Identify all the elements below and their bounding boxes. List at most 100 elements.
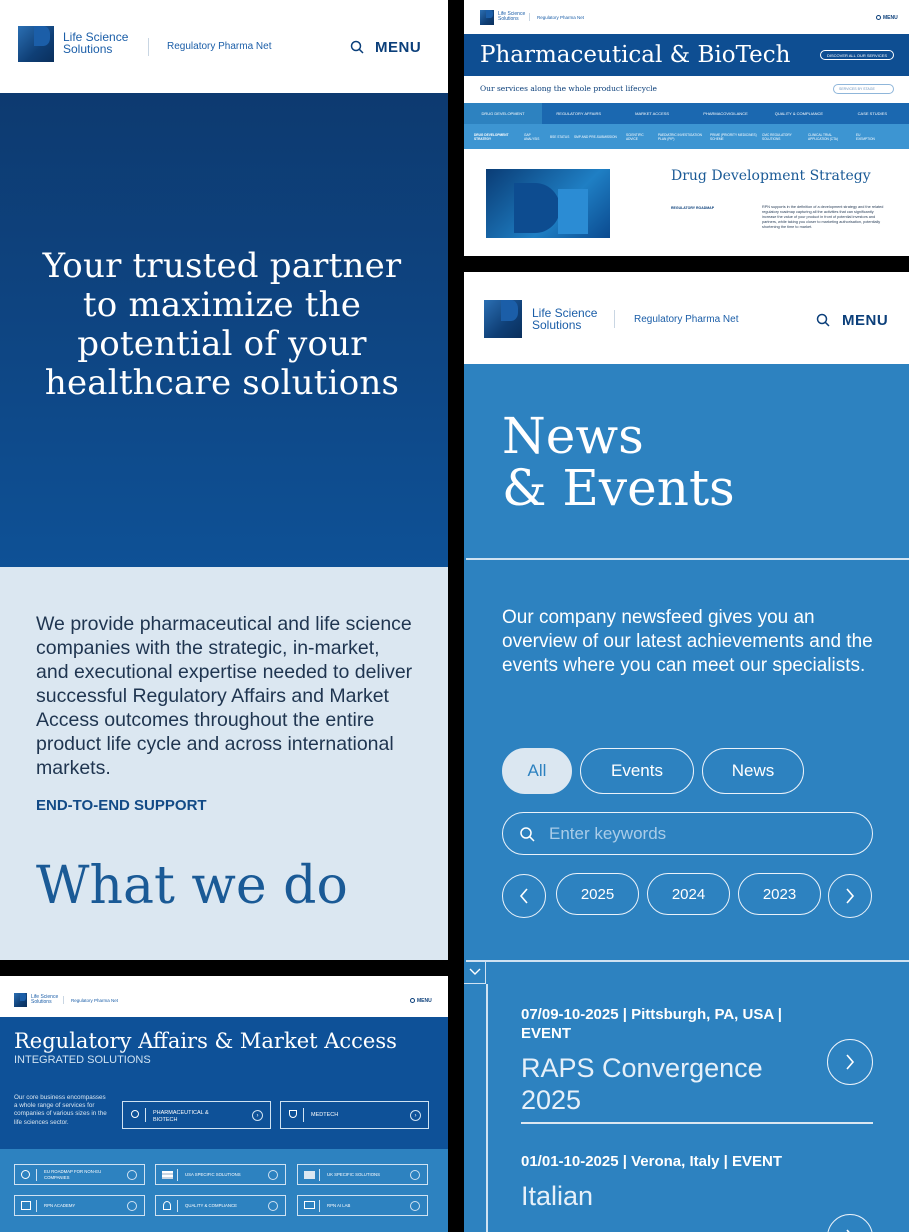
subtab-item[interactable]: DRUG DEVELOPMENT STRATEGY <box>474 133 520 141</box>
news-title: News & Events <box>502 407 735 517</box>
stethoscope-icon <box>289 1110 297 1118</box>
usa-flag-icon <box>162 1171 173 1179</box>
subtab-item[interactable]: BSE STATUS <box>550 135 570 139</box>
next-year-button[interactable] <box>828 874 872 918</box>
medtech-button[interactable]: MEDTECH › <box>280 1101 429 1129</box>
solution-academy[interactable]: RPN ACADEMY <box>14 1195 145 1216</box>
subbrand-label: Regulatory Pharma Net <box>71 998 119 1003</box>
news-item-open-button[interactable] <box>827 1214 873 1232</box>
subtab-item[interactable]: SCIENTIFIC ADVICE <box>626 133 654 141</box>
brand-name: Life Science Solutions <box>63 30 129 56</box>
tab-regulatory-affairs[interactable]: REGULATORY AFFAIRS <box>542 103 615 124</box>
pharma-title-bar: Pharmaceutical & BioTech DISCOVER ALL OU… <box>464 34 909 76</box>
search-icon[interactable] <box>816 313 830 327</box>
rpn-logo-icon[interactable] <box>484 300 522 338</box>
subtab-item[interactable]: PAEDIATRIC INVESTIGATION PLAN (PIP) <box>658 133 706 141</box>
search-placeholder: Enter keywords <box>549 824 667 843</box>
chevron-right-icon <box>127 1201 137 1211</box>
collapse-toggle[interactable] <box>464 960 486 984</box>
news-intro: Our company newsfeed gives you an overvi… <box>502 607 873 676</box>
end-to-end-link[interactable]: END-TO-END SUPPORT <box>36 797 207 814</box>
discover-services-button[interactable]: DISCOVER ALL OUR SERVICES <box>820 50 894 60</box>
tab-market-access[interactable]: MARKET ACCESS <box>615 103 688 124</box>
menu-button[interactable]: MENU <box>883 15 898 21</box>
subtab-item[interactable]: EU EXEMPTION <box>856 133 880 141</box>
chevron-right-icon <box>268 1170 278 1180</box>
news-item-title: Italian <box>521 1181 594 1211</box>
solution-usa[interactable]: USA SPECIFIC SOLUTIONS <box>155 1164 286 1185</box>
news-panel: Life Science Solutions Regulatory Pharma… <box>464 272 909 1232</box>
solution-quality[interactable]: QUALITY & COMPLIANCE <box>155 1195 286 1216</box>
drug-strategy-title: Drug Development Strategy <box>671 168 871 184</box>
chevron-right-icon <box>846 1054 855 1070</box>
site-header: Life Science Solutions Regulatory Pharma… <box>0 976 448 1017</box>
site-header: Life Science Solutions Regulatory Pharma… <box>0 0 448 93</box>
news-item-open-button[interactable] <box>827 1039 873 1085</box>
site-header: Life Science Solutions Regulatory Pharma… <box>464 272 909 364</box>
subtab-item[interactable]: SMP AND PRE-SUBMISSION <box>574 135 622 139</box>
uk-flag-icon <box>304 1171 315 1179</box>
solutions-grid: EU ROADMAP FOR NON-EU COMPANIES USA SPEC… <box>0 1149 448 1232</box>
drug-strategy-illustration <box>486 169 610 238</box>
solution-uk[interactable]: UK SPECIFIC SOLUTIONS <box>297 1164 428 1185</box>
pharma-subtitle: Our services along the whole product lif… <box>480 84 658 93</box>
divider <box>466 960 909 962</box>
services-stage-select[interactable]: SERVICES BY STAGE <box>833 84 894 94</box>
filter-all-button[interactable]: All <box>502 748 572 794</box>
subtab-item[interactable]: PRIME (PRIORITY MEDICINES) SCHEME <box>710 133 758 141</box>
globe-icon <box>21 1170 30 1179</box>
rpn-logo-icon[interactable] <box>14 993 27 1007</box>
tab-quality-compliance[interactable]: QUALITY & COMPLIANCE <box>762 103 835 124</box>
hero-body: We provide pharmaceutical and life scien… <box>36 613 413 779</box>
rpn-logo-icon[interactable] <box>18 26 54 62</box>
chevron-right-icon <box>268 1201 278 1211</box>
filter-news-button[interactable]: News <box>702 748 804 794</box>
year-2025-button[interactable]: 2025 <box>556 873 639 915</box>
pharma-title: Pharmaceutical & BioTech <box>480 42 791 68</box>
regulatory-roadmap-tag: REGULATORY ROADMAP <box>671 206 715 210</box>
tab-pharmacovigilance[interactable]: PHARMACOVIGILANCE <box>689 103 762 124</box>
subtab-item[interactable]: CLINICAL TRIAL APPLICATION (CTA) <box>808 133 852 141</box>
news-item[interactable]: 01/01-10-2025 | Verona, Italy | EVENT It… <box>521 1152 873 1232</box>
pill-icon <box>131 1110 139 1118</box>
search-icon[interactable] <box>876 15 881 20</box>
chevron-down-icon <box>469 968 480 975</box>
search-icon[interactable] <box>410 998 415 1003</box>
search-icon[interactable] <box>350 40 364 54</box>
timeline-line <box>486 984 488 1232</box>
hero-banner: Your trusted partner to maximize the pot… <box>0 93 448 567</box>
year-2024-button[interactable]: 2024 <box>647 873 730 915</box>
rpn-logo-icon[interactable] <box>480 10 494 25</box>
pharma-tabs: DRUG DEVELOPMENT REGULATORY AFFAIRS MARK… <box>464 103 909 124</box>
tab-drug-development[interactable]: DRUG DEVELOPMENT <box>464 103 542 124</box>
news-item-meta: 07/09-10-2025 | Pittsburgh, PA, USA | EV… <box>521 1006 782 1042</box>
pharma-subtabs: DRUG DEVELOPMENT STRATEGY GAP ANALYSIS B… <box>464 124 909 149</box>
regaffairs-subtitle: INTEGRATED SOLUTIONS <box>14 1054 151 1066</box>
regaffairs-panel: Life Science Solutions Regulatory Pharma… <box>0 976 448 1232</box>
menu-button[interactable]: MENU <box>417 998 432 1004</box>
year-2023-button[interactable]: 2023 <box>738 873 821 915</box>
filter-events-button[interactable]: Events <box>580 748 694 794</box>
prev-year-button[interactable] <box>502 874 546 918</box>
news-item-title: RAPS Convergence 2025 <box>521 1053 763 1115</box>
drug-strategy-text: RPN supports in the definition of a deve… <box>762 205 884 229</box>
divider <box>466 558 909 560</box>
keyword-search-field[interactable]: Enter keywords <box>502 812 873 855</box>
subtab-item[interactable]: CMC REGULATORY SOLUTIONS <box>762 133 804 141</box>
pharma-biotech-button[interactable]: PHARMACEUTICAL & BIOTECH › <box>122 1101 271 1129</box>
menu-button[interactable]: MENU <box>375 39 421 56</box>
solution-eu-roadmap[interactable]: EU ROADMAP FOR NON-EU COMPANIES <box>14 1164 145 1185</box>
news-item[interactable]: 07/09-10-2025 | Pittsburgh, PA, USA | EV… <box>521 1005 873 1124</box>
chevron-right-icon <box>127 1170 137 1180</box>
subtab-item[interactable]: GAP ANALYSIS <box>524 133 546 141</box>
what-we-do-heading: What we do <box>36 856 348 916</box>
tab-case-studies[interactable]: CASE STUDIES <box>836 103 909 124</box>
medal-icon <box>163 1201 171 1210</box>
monitor-icon <box>304 1201 315 1209</box>
subbrand-label: Regulatory Pharma Net <box>537 15 585 20</box>
academy-icon <box>21 1201 31 1210</box>
menu-button[interactable]: MENU <box>842 312 888 329</box>
solution-ai-lab[interactable]: RPN AI LAB <box>297 1195 428 1216</box>
news-item-meta: 01/01-10-2025 | Verona, Italy | EVENT <box>521 1153 783 1170</box>
regaffairs-title: Regulatory Affairs & Market Access <box>14 1029 397 1053</box>
